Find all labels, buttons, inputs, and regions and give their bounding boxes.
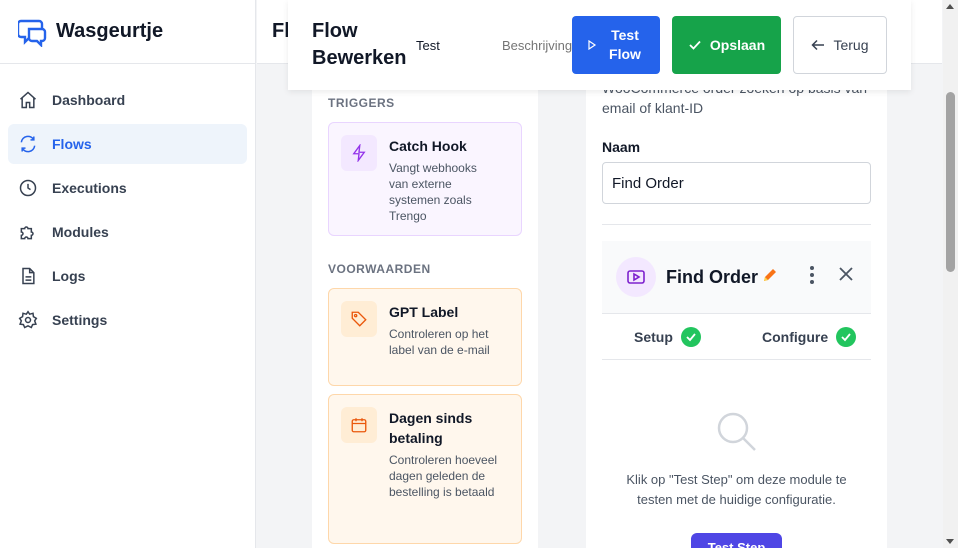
back-button[interactable]: Terug — [793, 16, 887, 74]
refresh-icon — [20, 135, 36, 153]
more-vertical-icon[interactable] — [808, 265, 816, 285]
sidebar-item-label: Settings — [52, 312, 108, 328]
test-step-button[interactable]: Test Step — [691, 533, 782, 548]
conditions-section-title: VOORWAARDEN — [328, 262, 431, 276]
home-icon — [20, 91, 36, 109]
save-label: Opslaan — [709, 37, 766, 53]
name-label: Naam — [602, 139, 641, 155]
play-icon — [627, 270, 645, 284]
pencil-icon[interactable] — [762, 267, 778, 283]
sidebar-item-label: Executions — [52, 180, 127, 196]
save-button[interactable]: Opslaan — [672, 16, 781, 74]
module-config-panel: WooCommerce order zoeken op basis van em… — [586, 80, 887, 548]
triggers-section-title: TRIGGERS — [328, 96, 395, 110]
step-tabs: Setup Configure — [602, 313, 871, 360]
brand-name: Wasgeurtje — [56, 20, 164, 42]
test-flow-label: Test Flow — [609, 27, 641, 62]
flow-editor-body: TRIGGERS Catch Hook Vangt webhooks van e… — [288, 80, 911, 548]
divider — [602, 224, 871, 225]
back-label: Terug — [833, 37, 869, 53]
sidebar-item-dashboard[interactable]: Dashboard — [8, 80, 247, 120]
sidebar-item-logs[interactable]: Logs — [8, 256, 247, 296]
chat-bubbles-logo-icon — [18, 19, 47, 47]
module-title: GPT Label — [389, 304, 459, 320]
module-card-gpt-label[interactable]: GPT Label Controleren op het label van d… — [328, 288, 522, 386]
step-title: Find Order — [666, 267, 759, 287]
module-icon — [341, 135, 377, 171]
module-icon — [341, 407, 377, 443]
sidebar-item-label: Logs — [52, 268, 86, 284]
document-icon — [22, 267, 35, 285]
flow-editor-header: Flow Bewerken Test Flow Opslaan Terug — [288, 0, 911, 90]
tab-label: Configure — [762, 329, 829, 345]
scroll-up-arrow-icon[interactable] — [946, 4, 954, 9]
module-card-dagen-sinds-betaling[interactable]: Dagen sinds betaling Controleren hoeveel… — [328, 394, 522, 544]
check-circle-icon — [836, 327, 857, 347]
sidebar-nav: Dashboard Flows Executions Modules Logs … — [0, 64, 255, 340]
check-icon — [689, 40, 701, 50]
arrow-left-icon — [811, 39, 825, 51]
close-icon[interactable] — [838, 266, 854, 282]
sidebar-item-executions[interactable]: Executions — [8, 168, 247, 208]
bolt-icon — [352, 144, 366, 162]
sidebar-item-flows[interactable]: Flows — [8, 124, 247, 164]
module-title: Dagen sinds betaling — [389, 410, 473, 446]
check-circle-icon — [680, 327, 701, 347]
tag-icon — [351, 311, 367, 327]
module-icon — [341, 301, 377, 337]
module-title: Catch Hook — [389, 138, 467, 154]
page-scrollbar[interactable] — [943, 0, 958, 548]
module-description: Controleren hoeveel dagen geleden de bes… — [389, 453, 498, 499]
sidebar-item-label: Flows — [52, 136, 92, 152]
flow-description-input[interactable] — [496, 33, 578, 57]
play-icon — [588, 40, 597, 50]
sidebar-item-label: Modules — [52, 224, 109, 240]
search-icon — [717, 412, 756, 451]
tab-label: Setup — [634, 329, 673, 345]
scroll-down-arrow-icon[interactable] — [946, 539, 954, 544]
flow-name-input[interactable] — [410, 33, 484, 57]
step-header: Find Order — [602, 241, 871, 313]
module-description: Vangt webhooks van externe systemen zoal… — [389, 161, 477, 223]
sidebar-item-settings[interactable]: Settings — [8, 300, 247, 340]
step-icon — [616, 257, 656, 297]
module-name-input[interactable] — [602, 162, 871, 204]
tab-setup[interactable]: Setup — [634, 327, 701, 347]
sidebar-item-modules[interactable]: Modules — [8, 212, 247, 252]
puzzle-icon — [20, 226, 34, 240]
module-card-catch-hook[interactable]: Catch Hook Vangt webhooks van externe sy… — [328, 122, 522, 236]
module-palette: TRIGGERS Catch Hook Vangt webhooks van e… — [312, 90, 538, 548]
sidebar: Wasgeurtje Dashboard Flows Executions Mo… — [0, 0, 256, 548]
scroll-thumb[interactable] — [946, 92, 955, 272]
sidebar-item-label: Dashboard — [52, 92, 126, 108]
brand[interactable]: Wasgeurtje — [0, 0, 255, 64]
gear-icon — [18, 310, 38, 329]
editor-title: Flow Bewerken — [312, 20, 407, 69]
calendar-icon — [351, 418, 367, 433]
tab-configure[interactable]: Configure — [762, 327, 857, 347]
clock-icon — [19, 179, 37, 197]
test-flow-button[interactable]: Test Flow — [572, 16, 660, 74]
empty-state-text: Klik op "Test Step" om deze module te te… — [626, 472, 847, 507]
module-description: Controleren op het label van de e-mail — [389, 327, 490, 357]
